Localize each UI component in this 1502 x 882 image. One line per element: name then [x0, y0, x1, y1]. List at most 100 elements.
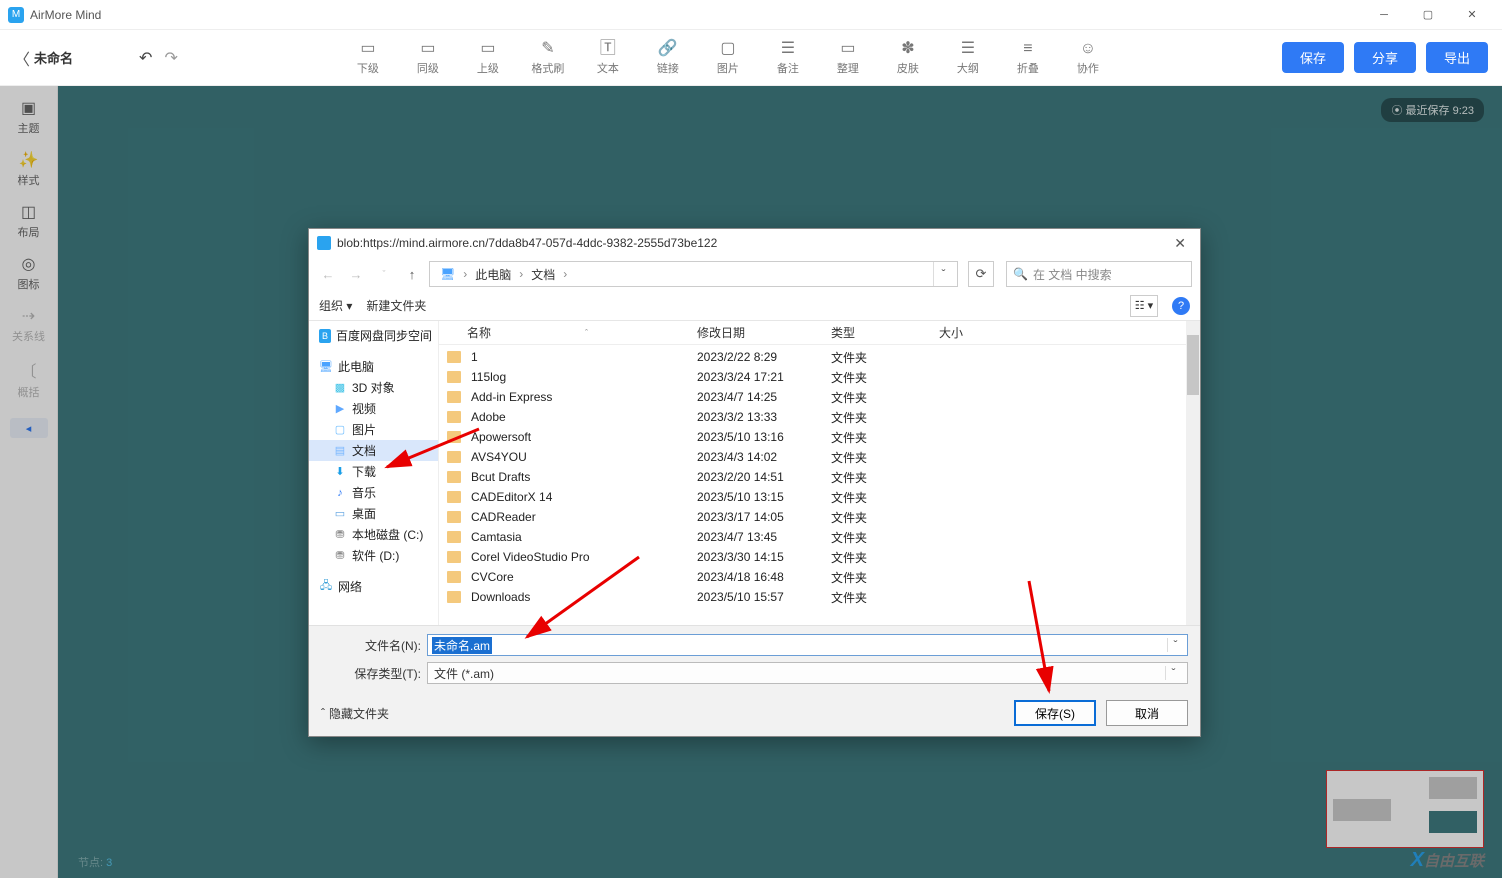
toolbar-icon: ✽	[901, 40, 914, 58]
search-input[interactable]: 🔍 在 文档 中搜索	[1006, 261, 1192, 287]
tree-node-1[interactable]: 🖥此电脑	[309, 356, 438, 377]
toolbar-item-7[interactable]: ☰备注	[770, 40, 806, 76]
back-icon[interactable]: 〈	[14, 46, 30, 70]
file-row[interactable]: Add-in Express2023/4/7 14:25文件夹	[439, 387, 1186, 407]
new-folder-button[interactable]: 新建文件夹	[366, 297, 426, 314]
window-minimize-button[interactable]: ─	[1362, 1, 1406, 29]
toolbar-item-11[interactable]: ≡折叠	[1010, 40, 1046, 76]
nav-recent-button[interactable]: ˇ	[373, 263, 395, 285]
dialog-save-button[interactable]: 保存(S)	[1014, 700, 1096, 726]
file-date: 2023/3/2 13:33	[689, 410, 823, 424]
app-logo-icon: M	[8, 7, 24, 23]
toolbar-item-8[interactable]: ▭整理	[830, 40, 866, 76]
window-close-button[interactable]: ✕	[1450, 1, 1494, 29]
doc-icon: ▤	[333, 444, 347, 458]
toolbar-item-2[interactable]: ▭上级	[470, 40, 506, 76]
file-row[interactable]: AVS4YOU2023/4/3 14:02文件夹	[439, 447, 1186, 467]
nav-back-button[interactable]: ←	[317, 263, 339, 285]
file-row[interactable]: Adobe2023/3/2 13:33文件夹	[439, 407, 1186, 427]
baidu-icon: B	[319, 329, 331, 343]
save-button[interactable]: 保存	[1282, 42, 1344, 73]
file-row[interactable]: 12023/2/22 8:29文件夹	[439, 347, 1186, 367]
toolbar-item-9[interactable]: ✽ 皮肤	[890, 40, 926, 76]
tree-node-7[interactable]: ♪音乐	[309, 482, 438, 503]
file-row[interactable]: 115log2023/3/24 17:21文件夹	[439, 367, 1186, 387]
view-options-button[interactable]: ☷ ▾	[1130, 295, 1158, 317]
toolbar-item-1[interactable]: ▭同级	[410, 40, 446, 76]
file-row[interactable]: CADReader2023/3/17 14:05文件夹	[439, 507, 1186, 527]
breadcrumb-pc[interactable]: 此电脑	[469, 266, 517, 283]
toolbar-item-5[interactable]: 🔗链接	[650, 40, 686, 76]
file-row[interactable]: Downloads2023/5/10 15:57文件夹	[439, 587, 1186, 607]
file-list-header[interactable]: 名称ˆ 修改日期 类型 大小	[439, 321, 1186, 345]
toolbar-label: 皮肤	[897, 60, 919, 76]
scrollbar-thumb[interactable]	[1187, 335, 1199, 395]
tree-label: 下载	[352, 463, 376, 480]
tree-node-8[interactable]: ▭桌面	[309, 503, 438, 524]
toolbar-icon: ▭	[420, 40, 435, 58]
tree-node-11[interactable]: 🖧网络	[309, 576, 438, 597]
file-type: 文件夹	[823, 509, 931, 526]
toolbar-item-4[interactable]: 🅃文本	[590, 40, 626, 76]
tree-node-6[interactable]: ⬇ 下载	[309, 461, 438, 482]
dialog-close-button[interactable]: ✕	[1168, 235, 1192, 252]
tree-node-2[interactable]: ▩3D 对象	[309, 377, 438, 398]
tree-node-9[interactable]: ⛃本地磁盘 (C:)	[309, 524, 438, 545]
folder-icon	[447, 591, 461, 603]
breadcrumb-dropdown[interactable]: ˇ	[933, 262, 953, 286]
file-date: 2023/5/10 13:15	[689, 490, 823, 504]
scrollbar[interactable]	[1186, 321, 1200, 625]
file-row[interactable]: Apowersoft2023/5/10 13:16文件夹	[439, 427, 1186, 447]
toolbar-item-12[interactable]: ☺协作	[1070, 40, 1106, 76]
redo-button[interactable]: ↷	[164, 48, 177, 68]
savetype-select[interactable]: 文件 (*.am) ˇ	[427, 662, 1188, 684]
file-type: 文件夹	[823, 549, 931, 566]
hide-folders-button[interactable]: ˆ隐藏文件夹	[321, 705, 389, 722]
file-row[interactable]: Corel VideoStudio Pro2023/3/30 14:15文件夹	[439, 547, 1186, 567]
nav-up-button[interactable]: ↑	[401, 263, 423, 285]
folder-tree[interactable]: B百度网盘同步空间 🖥此电脑▩3D 对象▶视频▢图片▤文档 ⬇ 下载 ♪音乐▭桌面⛃本地…	[309, 321, 439, 625]
file-type: 文件夹	[823, 449, 931, 466]
filename-input[interactable]: 未命名.am ˇ	[427, 634, 1188, 656]
help-button[interactable]: ?	[1172, 297, 1190, 315]
window-maximize-button[interactable]: ▢	[1406, 1, 1450, 29]
app-title: AirMore Mind	[30, 8, 101, 22]
share-button[interactable]: 分享	[1354, 42, 1416, 73]
breadcrumb-docs[interactable]: 文档	[525, 266, 561, 283]
toolbar-label: 整理	[837, 60, 859, 76]
toolbar-item-0[interactable]: ▭下级	[350, 40, 386, 76]
toolbar-item-10[interactable]: ☰大纲	[950, 40, 986, 76]
tree-node-3[interactable]: ▶视频	[309, 398, 438, 419]
toolbar-icon: ✎	[541, 40, 554, 58]
tree-node-10[interactable]: ⛃软件 (D:)	[309, 545, 438, 566]
toolbar-item-3[interactable]: ✎格式刷	[530, 40, 566, 76]
toolbar-label: 协作	[1077, 60, 1099, 76]
tree-label: 视频	[352, 400, 376, 417]
down-icon: ⬇	[333, 465, 347, 479]
tree-node-5[interactable]: ▤文档	[309, 440, 438, 461]
file-name: Adobe	[471, 410, 506, 424]
file-list[interactable]: 12023/2/22 8:29文件夹115log2023/3/24 17:21文…	[439, 345, 1186, 625]
file-row[interactable]: CADEditorX 142023/5/10 13:15文件夹	[439, 487, 1186, 507]
file-row[interactable]: CVCore2023/4/18 16:48文件夹	[439, 567, 1186, 587]
file-name: CADEditorX 14	[471, 490, 552, 504]
document-name[interactable]: 未命名	[34, 48, 73, 67]
toolbar-icon: ☰	[961, 40, 975, 58]
toolbar-icon: ▭	[480, 40, 495, 58]
file-row[interactable]: Bcut Drafts2023/2/20 14:51文件夹	[439, 467, 1186, 487]
breadcrumb-bar[interactable]: 🖥 › 此电脑 › 文档 › ˇ	[429, 261, 958, 287]
nav-forward-button: →	[345, 263, 367, 285]
filename-dropdown[interactable]: ˇ	[1167, 638, 1183, 652]
undo-button[interactable]: ↶	[139, 48, 152, 68]
toolbar-item-6[interactable]: ▢图片	[710, 40, 746, 76]
file-row[interactable]: Camtasia2023/4/7 13:45文件夹	[439, 527, 1186, 547]
export-button[interactable]: 导出	[1426, 42, 1488, 73]
dialog-cancel-button[interactable]: 取消	[1106, 700, 1188, 726]
refresh-button[interactable]: ⟳	[968, 261, 994, 287]
organize-menu[interactable]: 组织 ▾	[319, 297, 352, 314]
cube-icon: ▩	[333, 381, 347, 395]
file-name: 1	[471, 350, 478, 364]
file-date: 2023/3/17 14:05	[689, 510, 823, 524]
tree-node-0[interactable]: B百度网盘同步空间	[309, 325, 438, 346]
tree-node-4[interactable]: ▢图片	[309, 419, 438, 440]
